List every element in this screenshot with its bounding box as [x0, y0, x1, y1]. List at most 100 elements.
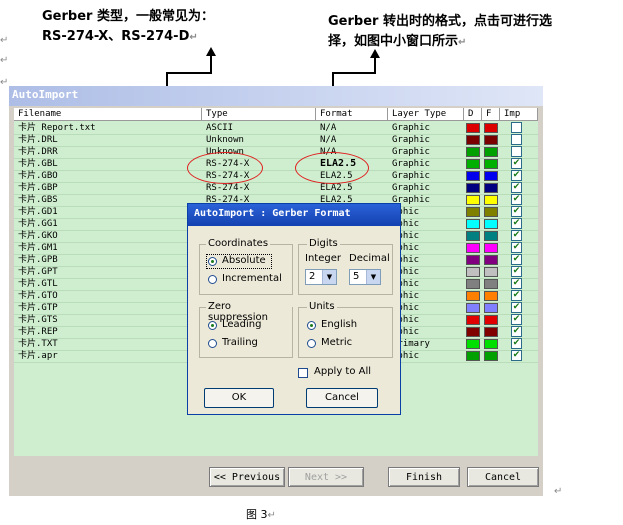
color-swatch-f[interactable]: [484, 291, 498, 301]
color-swatch-d[interactable]: [466, 123, 480, 133]
metric-radio[interactable]: [307, 339, 316, 348]
leading-label: Leading: [222, 319, 262, 330]
cell-format: N/A: [320, 123, 337, 133]
cell-layer-type: Graphic: [392, 135, 430, 145]
import-checkbox[interactable]: ✔: [511, 158, 522, 169]
column-header-layer-type[interactable]: Layer Type: [388, 108, 464, 121]
color-swatch-f[interactable]: [484, 255, 498, 265]
column-header-f[interactable]: F: [482, 108, 500, 121]
chevron-down-icon: ▼: [322, 270, 336, 284]
color-swatch-d[interactable]: [466, 315, 480, 325]
import-checkbox[interactable]: ✔: [511, 314, 522, 325]
import-checkbox[interactable]: ✔: [511, 182, 522, 193]
import-checkbox[interactable]: ✔: [511, 278, 522, 289]
finish-button[interactable]: Finish: [388, 467, 460, 487]
import-checkbox[interactable]: ✔: [511, 218, 522, 229]
column-header-format[interactable]: Format: [316, 108, 388, 121]
color-swatch-d[interactable]: [466, 195, 480, 205]
color-swatch-f[interactable]: [484, 303, 498, 313]
cell-filename: 卡片.GTL: [18, 279, 58, 289]
color-swatch-f[interactable]: [484, 147, 498, 157]
leading-radio[interactable]: [208, 321, 217, 330]
color-swatch-f[interactable]: [484, 279, 498, 289]
cell-filename: 卡片.TXT: [18, 339, 58, 349]
import-checkbox[interactable]: [511, 146, 522, 157]
color-swatch-f[interactable]: [484, 135, 498, 145]
color-swatch-d[interactable]: [466, 219, 480, 229]
window-titlebar: AutoImport: [9, 86, 543, 106]
import-checkbox[interactable]: ✔: [511, 242, 522, 253]
color-swatch-d[interactable]: [466, 255, 480, 265]
column-header-filename[interactable]: Filename: [14, 108, 202, 121]
color-swatch-d[interactable]: [466, 351, 480, 361]
english-label: English: [321, 319, 358, 330]
file-list-header: Filename Type Format Layer Type D F Imp: [14, 108, 538, 121]
import-checkbox[interactable]: ✔: [511, 266, 522, 277]
color-swatch-d[interactable]: [466, 243, 480, 253]
color-swatch-f[interactable]: [484, 195, 498, 205]
cell-filename: 卡片.GBL: [18, 159, 58, 169]
color-swatch-f[interactable]: [484, 267, 498, 277]
next-button[interactable]: Next >>: [288, 467, 364, 487]
import-checkbox[interactable]: ✔: [511, 194, 522, 205]
column-header-imp[interactable]: Imp: [500, 108, 538, 121]
units-group: Units English Metric: [298, 301, 393, 358]
color-swatch-d[interactable]: [466, 279, 480, 289]
cell-filename: 卡片.DRL: [18, 135, 58, 145]
color-swatch-f[interactable]: [484, 159, 498, 169]
import-checkbox[interactable]: ✔: [511, 290, 522, 301]
dialog-cancel-button[interactable]: Cancel: [306, 388, 378, 408]
previous-button[interactable]: << Previous: [209, 467, 285, 487]
color-swatch-d[interactable]: [466, 159, 480, 169]
color-swatch-f[interactable]: [484, 207, 498, 217]
absolute-radio[interactable]: [208, 257, 217, 266]
import-checkbox[interactable]: [511, 122, 522, 133]
color-swatch-d[interactable]: [466, 135, 480, 145]
cancel-button[interactable]: Cancel: [467, 467, 539, 487]
import-checkbox[interactable]: ✔: [511, 326, 522, 337]
dialog-title: AutoImport : Gerber Format: [194, 208, 351, 219]
incremental-radio[interactable]: [208, 275, 217, 284]
chevron-down-icon: ▼: [366, 270, 380, 284]
english-radio[interactable]: [307, 321, 316, 330]
import-checkbox[interactable]: ✔: [511, 230, 522, 241]
color-swatch-d[interactable]: [466, 303, 480, 313]
color-swatch-d[interactable]: [466, 231, 480, 241]
import-checkbox[interactable]: ✔: [511, 350, 522, 361]
import-checkbox[interactable]: ✔: [511, 302, 522, 313]
color-swatch-f[interactable]: [484, 183, 498, 193]
color-swatch-f[interactable]: [484, 339, 498, 349]
import-checkbox[interactable]: ✔: [511, 170, 522, 181]
color-swatch-f[interactable]: [484, 219, 498, 229]
color-swatch-d[interactable]: [466, 183, 480, 193]
ok-button[interactable]: OK: [204, 388, 274, 408]
annotation-gerber-type-line2: RS-274-X、RS-274-D↵: [42, 29, 198, 44]
color-swatch-d[interactable]: [466, 267, 480, 277]
color-swatch-d[interactable]: [466, 291, 480, 301]
column-header-d[interactable]: D: [464, 108, 482, 121]
color-swatch-f[interactable]: [484, 315, 498, 325]
column-header-type[interactable]: Type: [202, 108, 316, 121]
units-label: Units: [307, 301, 337, 312]
color-swatch-d[interactable]: [466, 327, 480, 337]
color-swatch-f[interactable]: [484, 171, 498, 181]
color-swatch-f[interactable]: [484, 327, 498, 337]
color-swatch-f[interactable]: [484, 351, 498, 361]
import-checkbox[interactable]: ✔: [511, 254, 522, 265]
apply-to-all-checkbox[interactable]: [298, 368, 308, 378]
import-checkbox[interactable]: ✔: [511, 338, 522, 349]
color-swatch-d[interactable]: [466, 339, 480, 349]
color-swatch-f[interactable]: [484, 243, 498, 253]
integer-select[interactable]: 2 ▼: [305, 269, 337, 285]
color-swatch-d[interactable]: [466, 207, 480, 217]
cell-filename: 卡片.GTP: [18, 303, 58, 313]
color-swatch-d[interactable]: [466, 171, 480, 181]
decimal-select[interactable]: 5 ▼: [349, 269, 381, 285]
color-swatch-d[interactable]: [466, 147, 480, 157]
import-checkbox[interactable]: ✔: [511, 206, 522, 217]
import-checkbox[interactable]: [511, 134, 522, 145]
cell-filename: 卡片.GPT: [18, 267, 58, 277]
color-swatch-f[interactable]: [484, 231, 498, 241]
color-swatch-f[interactable]: [484, 123, 498, 133]
trailing-radio[interactable]: [208, 339, 217, 348]
